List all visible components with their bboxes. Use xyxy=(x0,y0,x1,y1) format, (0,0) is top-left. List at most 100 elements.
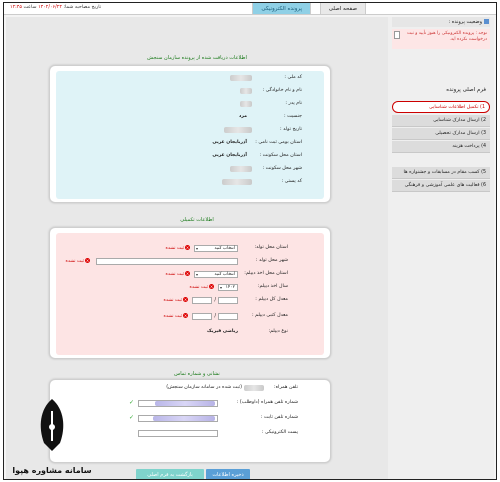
birth-province-required: ×ثبت نشده xyxy=(165,245,190,251)
save-button[interactable]: ذخیره اطلاعات xyxy=(206,469,250,479)
diploma-total-required: ×ثبت نشده xyxy=(163,297,188,303)
diploma-province-label: استان محل اخذ دیپلم: xyxy=(244,271,288,276)
extra-section-title: اطلاعات تکمیلی xyxy=(180,217,214,223)
diploma-year-required: ×ثبت نشده xyxy=(189,284,214,290)
back-to-form-button[interactable]: بازگشت به فرم اصلی پرونده xyxy=(136,469,204,479)
mobile-value xyxy=(244,385,264,391)
status-header: وضعیت پرونده : xyxy=(392,17,490,27)
menu-title: فرم اصلی پرونده xyxy=(446,87,486,93)
sidebar-item-payment[interactable]: 4) پرداخت هزینه xyxy=(392,141,490,153)
field-row-residence-province: استان محل سکونت : آذربایجان غربی xyxy=(50,153,330,163)
diploma-type-label: نوع دیپلم: xyxy=(268,329,288,334)
mobile-label: تلفن همراه: xyxy=(274,385,298,390)
diploma-written-required: ×ثبت نشده xyxy=(163,313,188,319)
gender-label: جنسیت : xyxy=(284,114,302,119)
top-bar: صفحه اصلی پرونده الکترونیکی تاریخ مصاحبه… xyxy=(4,3,496,15)
status-title: وضعیت پرونده : xyxy=(448,19,482,25)
birth-province-label: استان محل تولد: xyxy=(254,245,288,250)
received-card: کد ملی : نام و نام خانوادگی : نام پدر : … xyxy=(49,65,331,203)
error-icon: × xyxy=(185,271,190,276)
check-icon: ✓ xyxy=(128,414,134,421)
chevron-down-icon: ▾ xyxy=(196,272,199,277)
email-label: پست الکترونیکی : xyxy=(261,430,298,435)
diploma-written-row: معدل کتبی دیپلم : / ×ثبت نشده xyxy=(50,313,330,323)
diploma-total-label: معدل کل دیپلم : xyxy=(255,297,288,302)
national-code-value xyxy=(230,75,252,81)
full-name-label: نام و نام خانوادگی : xyxy=(262,88,302,93)
status-message: توجه : پرونده الکترونیکی را هنوز تأیید و… xyxy=(392,29,490,49)
diploma-total-integer-input[interactable] xyxy=(192,297,212,304)
tab-electronic-file[interactable]: پرونده الکترونیکی xyxy=(252,3,311,15)
phone-label: شماره تلفن ثابت : xyxy=(260,415,298,420)
residence-province-label: استان محل سکونت : xyxy=(259,153,302,158)
residence-province-value: آذربایجان غربی xyxy=(212,153,247,158)
fountain-pen-icon xyxy=(40,399,64,451)
status-message-text: توجه : پرونده الکترونیکی را هنوز تأیید و… xyxy=(406,31,487,42)
native-province-value: آذربایجان غربی xyxy=(212,140,247,145)
field-row-national-code: کد ملی : xyxy=(50,75,330,85)
field-row-birth-date: تاریخ تولد : xyxy=(50,127,330,137)
sidebar-item-education-docs[interactable]: 3) ارسال مدارک تحصیلی xyxy=(392,128,490,140)
chevron-down-icon: ▾ xyxy=(196,246,199,251)
sidebar-item-competitions[interactable]: 5) کسب مقام در مسابقات و جشنواره ها xyxy=(392,167,490,179)
field-row-native-province: استان بومی ثبت نامی : آذربایجان غربی xyxy=(50,140,330,150)
error-icon: × xyxy=(183,313,188,318)
diploma-province-select[interactable]: انتخاب کنید ▾ xyxy=(194,271,238,278)
gender-value: مرد xyxy=(238,114,247,119)
birth-city-required: ×ثبت نشده xyxy=(65,258,90,264)
mobile-note: (ثبت شده در سامانه سازمان سنجش) xyxy=(166,385,242,390)
sidebar: وضعیت پرونده : توجه : پرونده الکترونیکی … xyxy=(388,17,494,479)
error-icon: × xyxy=(185,245,190,250)
father-name-value xyxy=(240,101,252,107)
diploma-type-row: نوع دیپلم: ریاضی فیزیک xyxy=(50,329,330,339)
native-province-label: استان بومی ثبت نامی : xyxy=(255,140,302,145)
diploma-year-select[interactable]: ۱۴۰۲ ▾ xyxy=(218,284,238,291)
field-row-postal-code: کد پستی : xyxy=(50,179,330,189)
full-name-value xyxy=(240,88,252,94)
diploma-total-row: معدل کل دیپلم : / ×ثبت نشده xyxy=(50,297,330,307)
app-window: صفحه اصلی پرونده الکترونیکی تاریخ مصاحبه… xyxy=(3,2,497,480)
logo-text: سامانه مشاوره هپوا xyxy=(12,466,92,475)
field-row-father-name: نام پدر : xyxy=(50,101,330,111)
check-icon: ✓ xyxy=(128,399,134,406)
diploma-province-row: استان محل اخذ دیپلم: انتخاب کنید ▾ ×ثبت ن… xyxy=(50,271,330,281)
field-row-gender: جنسیت : مرد xyxy=(50,114,330,124)
sidebar-item-activities[interactable]: 6) فعالیت های علمی آموزشی و فرهنگی xyxy=(392,180,490,192)
tab-home[interactable]: صفحه اصلی xyxy=(319,3,366,15)
status-icon xyxy=(484,19,489,24)
error-icon: × xyxy=(183,297,188,302)
email-input[interactable] xyxy=(138,430,218,437)
sidebar-item-identity-docs[interactable]: 2) ارسال مدارک شناسایی xyxy=(392,115,490,127)
decimal-separator: / xyxy=(214,313,216,319)
received-section-title: اطلاعات دریافت شده از پرونده سازمان سنجش xyxy=(147,55,247,61)
diploma-total-decimal-input[interactable] xyxy=(218,297,238,304)
phone-input[interactable] xyxy=(138,415,218,422)
father-name-label: نام پدر : xyxy=(285,101,302,106)
interview-time-label: ساعت xyxy=(23,5,37,10)
mobile2-input[interactable] xyxy=(138,400,218,407)
error-icon: × xyxy=(209,284,214,289)
document-icon xyxy=(394,31,400,39)
mobile-row: تلفن همراه: (ثبت شده در سامانه سازمان سن… xyxy=(50,385,330,395)
interview-info: تاریخ مصاحبه شما: ۱۴۰۲/۰۶/۲۴ ساعت ۱۲:۴۵ xyxy=(10,5,101,10)
birth-date-label: تاریخ تولد : xyxy=(279,127,302,132)
field-row-residence-city: شهر محل سکونت : xyxy=(50,166,330,176)
birth-province-row: استان محل تولد: انتخاب کنید ▾ ×ثبت نشده xyxy=(50,245,330,255)
birth-province-select[interactable]: انتخاب کنید ▾ xyxy=(194,245,238,252)
logo: سامانه مشاوره هپوا xyxy=(8,397,96,477)
sidebar-item-identity-info[interactable]: 1) تکمیل اطلاعات شناسایی xyxy=(392,101,490,113)
diploma-written-integer-input[interactable] xyxy=(192,313,212,320)
mobile2-value xyxy=(155,401,215,406)
birth-city-input[interactable] xyxy=(96,258,238,265)
diploma-written-decimal-input[interactable] xyxy=(218,313,238,320)
diploma-year-label: سال اخذ دیپلم: xyxy=(257,284,288,289)
extra-card: استان محل تولد: انتخاب کنید ▾ ×ثبت نشده ش… xyxy=(49,227,331,359)
interview-label: تاریخ مصاحبه شما: xyxy=(63,5,102,10)
field-row-full-name: نام و نام خانوادگی : xyxy=(50,88,330,98)
birth-date-value xyxy=(224,127,252,133)
decimal-separator: / xyxy=(214,297,216,303)
interview-time: ۱۲:۴۵ xyxy=(10,5,22,10)
error-icon: × xyxy=(85,258,90,263)
residence-city-label: شهر محل سکونت : xyxy=(262,166,302,171)
diploma-written-label: معدل کتبی دیپلم : xyxy=(252,313,288,318)
